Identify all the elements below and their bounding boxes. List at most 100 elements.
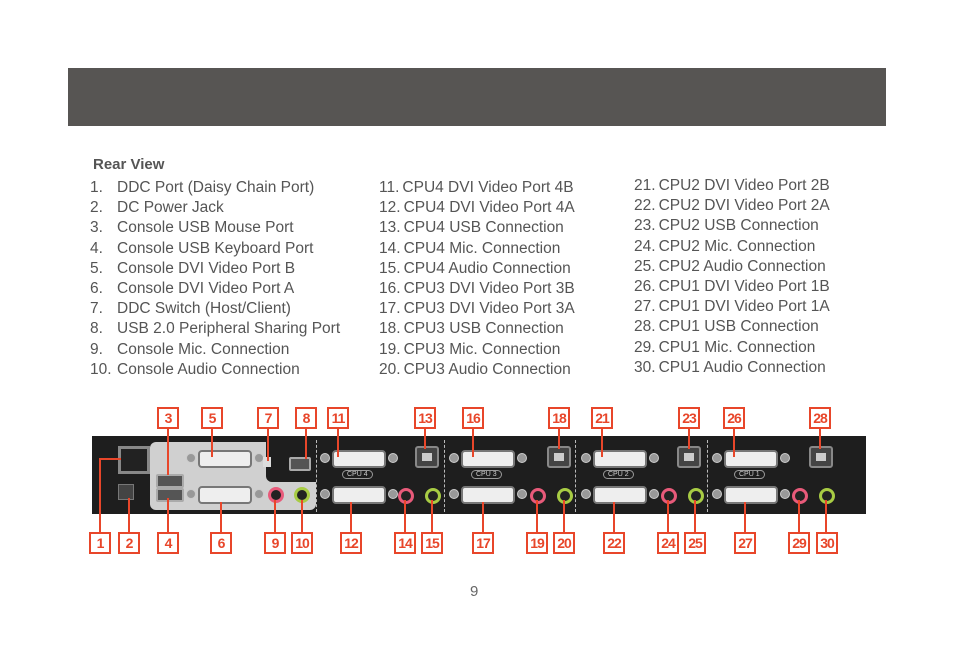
legend-item: 5. Console DVI Video Port B [90,259,296,277]
cpu2-dvi-port-a [581,486,659,504]
legend-item: 22. CPU2 DVI Video Port 2A [634,197,830,215]
legend-item: 7. DDC Switch (Host/Client) [90,300,291,318]
callout-7: 7 [257,407,279,429]
callout-24: 24 [657,532,679,554]
leader-line [267,429,269,461]
callout-15: 15 [421,532,443,554]
legend-item: 23. CPU2 USB Connection [634,217,819,235]
leader-line [274,500,276,532]
legend-item: 29. CPU1 Mic. Connection [634,338,816,356]
legend-item: 27. CPU1 DVI Video Port 1A [634,298,830,316]
leader-line [688,429,690,449]
legend-item: 8. USB 2.0 Peripheral Sharing Port [90,320,341,338]
cpu2-usb-port [677,446,701,468]
legend-item: 15. CPU4 Audio Connection [379,259,571,277]
callout-30: 30 [816,532,838,554]
leader-line [220,502,222,532]
callout-14: 14 [394,532,416,554]
cpu1-usb-port [809,446,833,468]
console-dvi-port-a [186,486,264,504]
leader-line [404,500,406,532]
legend-item: 2. DC Power Jack [90,199,224,217]
legend-item: 3. Console USB Mouse Port [90,219,294,237]
leader-line [167,429,169,475]
cpu2-audio-jack [688,488,704,504]
leader-line [431,500,433,532]
cpu2-label: CPU 2 [603,470,634,479]
legend-item: 6. Console DVI Video Port A [90,279,295,297]
cpu4-label: CPU 4 [342,470,373,479]
page-number: 9 [470,583,479,600]
legend-item: 24. CPU2 Mic. Connection [634,237,816,255]
cpu1-dvi-port-a [712,486,790,504]
leader-line [424,429,426,449]
leader-line [819,429,821,449]
legend-item: 17. CPU3 DVI Video Port 3A [379,300,575,318]
legend-item: 18. CPU3 USB Connection [379,320,564,338]
callout-11: 11 [327,407,349,429]
leader-line [798,500,800,532]
leader-line [99,458,101,532]
divider [316,440,317,512]
cpu3-usb-port [547,446,571,468]
leader-line [694,500,696,532]
callout-21: 21 [591,407,613,429]
cpu1-label: CPU 1 [734,470,765,479]
leader-line [482,502,484,532]
legend-item: 20. CPU3 Audio Connection [379,360,571,378]
legend-item: 25. CPU2 Audio Connection [634,257,826,275]
divider [707,440,708,512]
cpu4-audio-jack [425,488,441,504]
section-title: Rear View [93,156,165,173]
legend-column-1: 1. DDC Port (Daisy Chain Port) 2. DC Power… [90,178,340,380]
callout-10: 10 [291,532,313,554]
dc-power-jack [118,484,134,500]
console-usb-mouse-port [156,474,184,488]
callout-17: 17 [472,532,494,554]
leader-line [350,502,352,532]
legend-item: 10. Console Audio Connection [90,360,300,378]
console-mic-jack [268,487,284,503]
cpu1-audio-jack [819,488,835,504]
leader-line [667,500,669,532]
legend-item: 13. CPU4 USB Connection [379,219,564,237]
cpu4-mic-jack [398,488,414,504]
legend-item: 14. CPU4 Mic. Connection [379,239,561,257]
leader-line [733,429,735,457]
callout-20: 20 [553,532,575,554]
leader-line [167,498,169,532]
leader-line [563,500,565,532]
callout-29: 29 [788,532,810,554]
cpu1-mic-jack [792,488,808,504]
legend-item: 1. DDC Port (Daisy Chain Port) [90,179,315,196]
console-dvi-port-b [186,450,264,468]
usb-peripheral-port [289,457,311,471]
callout-16: 16 [462,407,484,429]
callout-27: 27 [734,532,756,554]
legend-item: 21. CPU2 DVI Video Port 2B [634,177,830,194]
leader-line [211,429,213,457]
callout-12: 12 [340,532,362,554]
legend-column-2: 11. CPU4 DVI Video Port 4B 12. CPU4 DVI Vi… [379,178,575,380]
callout-5: 5 [201,407,223,429]
legend-item: 19. CPU3 Mic. Connection [379,340,561,358]
legend-item: 12. CPU4 DVI Video Port 4A [379,199,575,217]
cpu3-mic-jack [530,488,546,504]
legend-item: 28. CPU1 USB Connection [634,318,819,336]
callout-19: 19 [526,532,548,554]
callout-1: 1 [89,532,111,554]
callout-26: 26 [723,407,745,429]
legend-item: 26. CPU1 DVI Video Port 1B [634,277,830,295]
divider [575,440,576,512]
console-usb-keyboard-port [156,488,184,502]
legend-item: 30. CPU1 Audio Connection [634,358,826,376]
cpu3-dvi-port-b [449,450,527,468]
header-bar [68,68,886,126]
callout-2: 2 [118,532,140,554]
leader-line [744,502,746,532]
callout-4: 4 [157,532,179,554]
leader-line [128,498,130,532]
legend-item: 11. CPU4 DVI Video Port 4B [379,179,574,196]
callout-22: 22 [603,532,625,554]
leader-line [536,500,538,532]
